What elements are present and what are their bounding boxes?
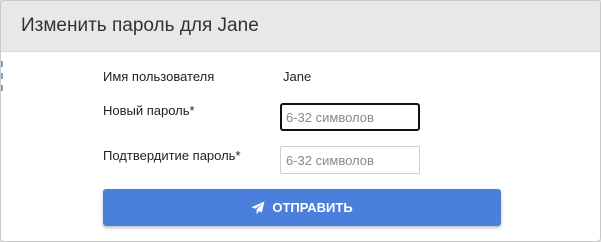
new-password-label: Новый пароль*	[103, 103, 195, 118]
submit-button-label: ОТПРАВИТЬ	[272, 200, 353, 215]
background-edge-marks	[1, 61, 3, 95]
confirm-password-input[interactable]	[280, 146, 420, 174]
username-value: Jane	[283, 69, 312, 84]
change-password-dialog: Изменить пароль для Jane Имя пользовател…	[0, 0, 601, 242]
dialog-header: Изменить пароль для Jane	[1, 1, 600, 52]
submit-button[interactable]: ОТПРАВИТЬ	[103, 189, 501, 226]
new-password-input[interactable]	[280, 103, 420, 131]
paper-plane-icon	[251, 201, 265, 215]
confirm-password-label: Подтвердитие пароль*	[103, 148, 241, 163]
username-label: Имя пользователя	[103, 69, 215, 84]
dialog-title: Изменить пароль для Jane	[21, 15, 259, 36]
